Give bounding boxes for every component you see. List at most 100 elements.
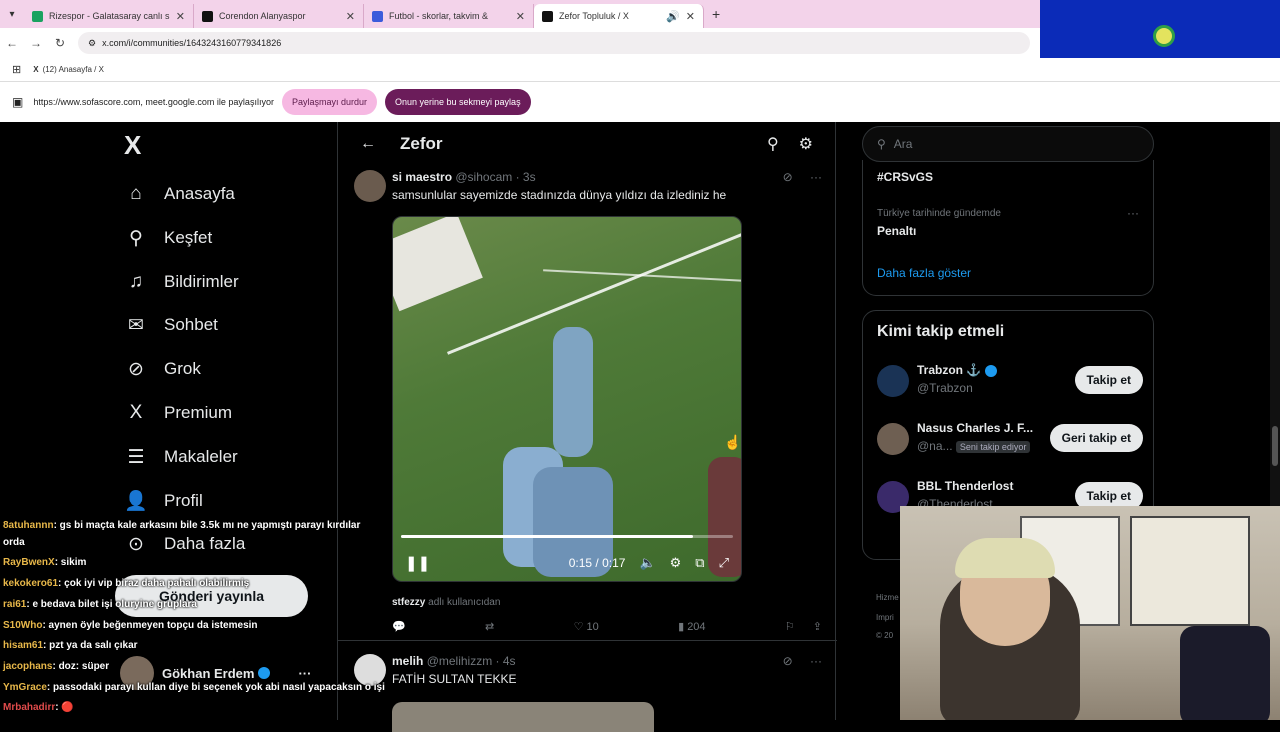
volume-icon[interactable]: 🔈 [639,555,655,571]
x-logo-icon[interactable]: X [124,130,141,161]
nav-item-notifications[interactable]: ♫ Bildirimler [124,260,239,304]
reload-icon[interactable]: ↻ [48,36,72,50]
video-time: 0:15 / 0:17 [568,556,626,570]
video-player[interactable]: ❚❚ 0:15 / 0:17 🔈 ⚙ ⧉ ⤢ [392,216,742,582]
tab-close-icon[interactable]: ✕ [516,10,525,23]
more-icon[interactable]: ··· [810,654,822,668]
show-more-link[interactable]: Daha fazla göster [877,266,971,280]
follow-handle: @Trabzon [917,381,973,395]
chat-user: rai61 [3,599,27,610]
browser-tab[interactable]: Futbol - skorlar, takvim & ✕ [364,4,534,28]
tweet-media-preview[interactable] [392,702,654,732]
tweet-author[interactable]: melih [392,654,423,668]
community-title: Zefor [400,134,443,153]
avatar[interactable] [877,423,909,455]
chat-user: YmGrace [3,682,47,693]
gear-icon[interactable]: ⚙ [799,134,813,154]
like-button[interactable]: ♡ 10 [574,620,599,633]
hand-cursor-icon: ☝ [724,434,742,450]
footer-link[interactable]: Impri [876,613,894,622]
share-icon[interactable]: ⇪ [813,621,822,633]
person-icon: 👤 [124,491,148,512]
follow-suggestion[interactable]: Trabzon ⚓ @Trabzon Takip et [877,361,1143,405]
follow-suggestion[interactable]: Nasus Charles J. F... @na... Seni takip … [877,419,1143,463]
tweet-author[interactable]: si maestro [392,170,452,184]
nav-item-grok[interactable]: ⊘ Grok [124,347,201,391]
url-field[interactable]: ⚙ x.com/i/communities/164324316077934182… [78,32,1030,54]
speaker-icon[interactable]: 🔊 [666,10,680,23]
chat-message: 8atuhannn: gs bi maçta kale arkasını bil… [3,520,360,531]
apps-grid-icon[interactable]: ⊞ [12,63,21,76]
more-icon[interactable]: ··· [810,170,822,184]
nav-item-profile[interactable]: 👤 Profil [124,479,203,523]
video-progress-fill [401,535,694,538]
fullscreen-icon[interactable]: ⤢ [719,555,729,571]
grok-icon[interactable]: ⊘ [783,654,793,668]
tab-close-icon[interactable]: ✕ [686,10,695,23]
follow-name: BBL Thenderlost [917,479,1014,493]
article-icon: ☰ [127,446,145,468]
new-tab-icon[interactable]: + [712,6,720,22]
views-button[interactable]: ▮ 204 [678,620,705,633]
tweet-handle[interactable]: @melihizzm · 4s [427,654,516,668]
pip-icon[interactable]: ⧉ [695,555,704,571]
avatar[interactable] [877,365,909,397]
tab-title: Zefor Topluluk / X [559,11,629,21]
chat-user: hisam61 [3,640,44,651]
tab-list-chevron-icon[interactable]: ▾ [0,0,24,28]
nav-item-home[interactable]: ⌂ Anasayfa [124,172,235,216]
bookmark-share: ⚐ ⇪ [785,620,822,633]
account-more-icon[interactable]: ··· [298,666,311,681]
search-input[interactable]: ⚲ Ara [862,126,1154,162]
search-icon[interactable]: ⚲ [767,134,779,154]
nav-item-chat[interactable]: ✉ Sohbet [124,303,218,347]
tweet[interactable]: si maestro @sihocam · 3s ⊘ ··· samsunlul… [354,170,822,640]
avatar[interactable] [354,170,386,202]
tab-title: Rizespor - Galatasaray canlı skor [49,11,170,21]
chat-text: : aynen öyle beğenmeyen topçu da istemes… [42,620,258,631]
back-arrow-icon[interactable]: ← [360,135,376,153]
tab-favicon-icon [32,10,43,22]
tab-close-icon[interactable]: ✕ [176,10,185,23]
tweet[interactable]: melih @melihizzm · 4s ⊘ ··· FATİH SULTAN… [354,654,822,732]
browser-tab-active[interactable]: Zefor Topluluk / X 🔊 ✕ [534,4,704,28]
grok-icon[interactable]: ⊘ [783,170,793,184]
forward-icon[interactable]: → [24,36,48,50]
share-this-tab-button[interactable]: Onun yerine bu sekmeyi paylaş [385,89,531,115]
tweet-handle[interactable]: @sihocam · 3s [455,170,535,184]
browser-tab[interactable]: Rizespor - Galatasaray canlı skor ✕ [24,4,194,28]
nav-label: Anasayfa [164,184,235,203]
video-progress-bar[interactable] [401,535,733,538]
nav-item-articles[interactable]: ☰ Makaleler [124,435,237,479]
nav-label: Keşfet [164,228,213,247]
settings-icon[interactable]: ⚙ [670,555,682,571]
mail-icon: ✉ [128,314,144,336]
browser-tabbar: ▾ Rizespor - Galatasaray canlı skor ✕ Co… [0,0,1040,28]
retweet-icon[interactable]: ⇄ [485,620,494,633]
scrollbar-thumb[interactable] [1272,426,1278,466]
nav-item-premium[interactable]: X Premium [124,391,232,435]
stop-sharing-button[interactable]: Paylaşmayı durdur [281,89,377,115]
home-icon: ⌂ [130,183,142,204]
tactics-board [1130,516,1250,626]
reply-icon[interactable]: 💬 [392,620,406,633]
nav-item-explore[interactable]: ⚲ Keşfet [124,216,212,260]
pause-icon[interactable]: ❚❚ [405,554,430,572]
follow-button[interactable]: Takip et [1074,366,1143,394]
site-info-icon[interactable]: ⚙ [88,38,96,49]
browser-tab[interactable]: Corendon Alanyaspor ✕ [194,4,364,28]
credit-user[interactable]: stfezzy [392,597,425,608]
trend-item[interactable]: #CRSvGS [877,170,933,184]
tweet-actions: 💬 ⇄ ♡ 10 ▮ 204 ⚐ ⇪ [392,620,822,633]
tab-close-icon[interactable]: ✕ [346,10,355,23]
bookmark-icon[interactable]: ⚐ [785,621,795,633]
back-icon[interactable]: ← [0,36,24,50]
trend-item[interactable]: Penaltı [877,224,916,238]
credit-suffix: adlı kullanıcıdan [428,597,501,608]
footer-link[interactable]: Hizme [876,593,899,602]
trends-panel: #CRSvGS Türkiye tarihinde gündemde ··· P… [862,160,1154,296]
tweet-text: FATİH SULTAN TEKKE [392,672,517,686]
follow-back-button[interactable]: Geri takip et [1049,424,1143,452]
bookmark-item[interactable]: (12) Anasayfa / X [43,65,104,74]
trend-more-icon[interactable]: ··· [1127,206,1139,220]
